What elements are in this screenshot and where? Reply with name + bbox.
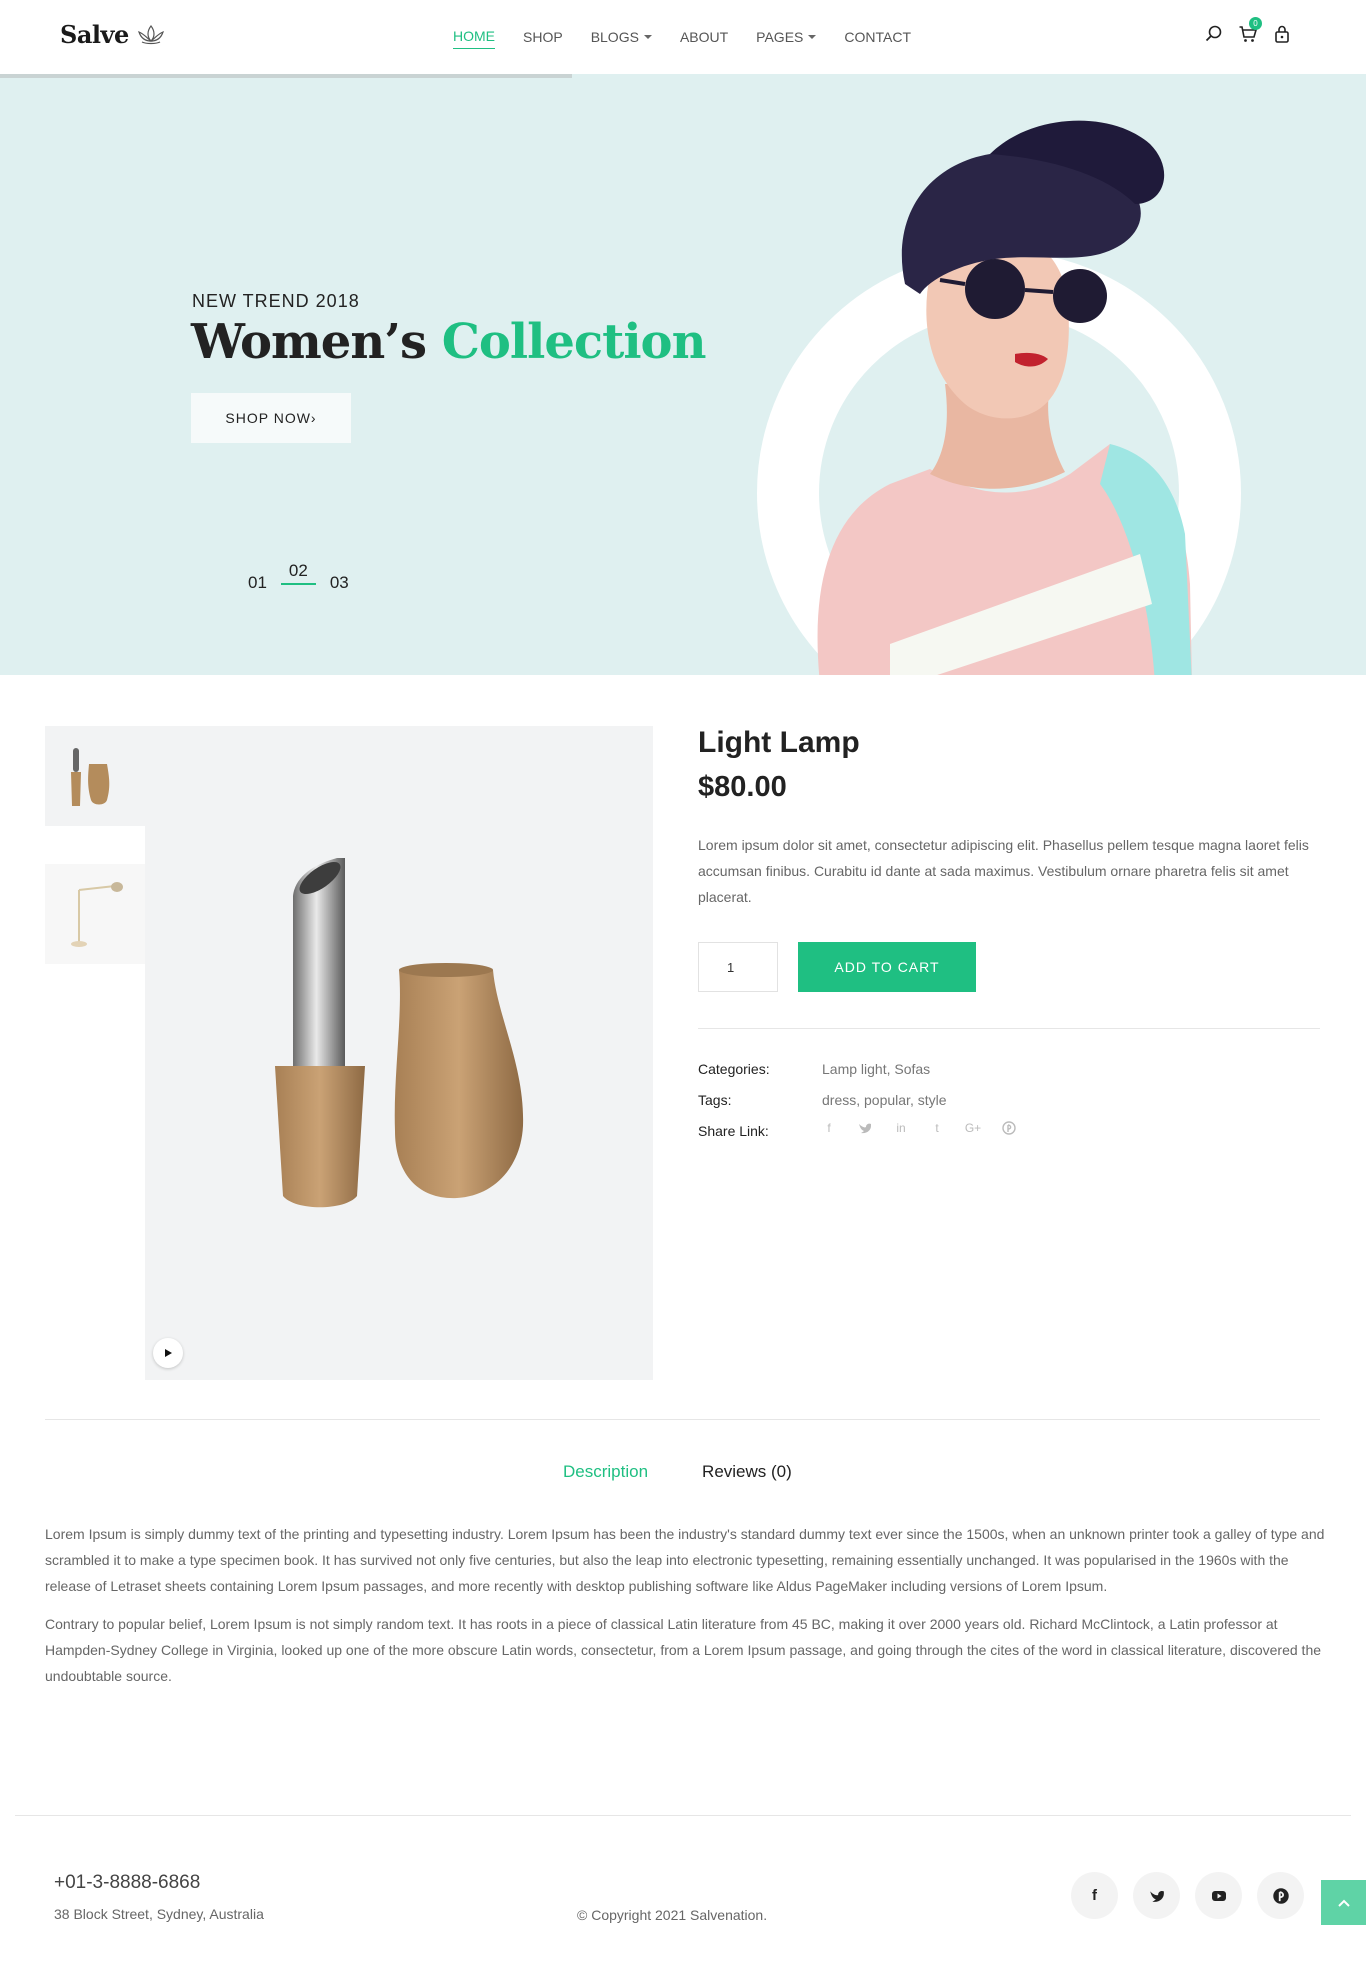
search-icon[interactable]	[1204, 24, 1224, 44]
main-nav: HOME SHOP BLOGS ABOUT PAGES CONTACT	[453, 28, 939, 49]
hero-title: Women’s Collection	[191, 314, 707, 370]
nav-pages-label: PAGES	[756, 28, 804, 45]
twitter-icon[interactable]	[1133, 1872, 1180, 1919]
footer-social: f	[1071, 1872, 1304, 1919]
lotus-logo-icon	[137, 24, 164, 44]
nav-pages[interactable]: PAGES	[756, 28, 817, 49]
tags-label: Tags:	[698, 1092, 732, 1108]
nav-contact[interactable]: CONTACT	[844, 28, 911, 49]
nav-home[interactable]: HOME	[453, 28, 495, 49]
header-actions: 0	[1204, 17, 1292, 44]
footer-copyright: © Copyright 2021 Salvenation.	[577, 1907, 768, 1923]
youtube-icon[interactable]	[1195, 1872, 1242, 1919]
footer-divider	[15, 1815, 1351, 1816]
hero-eyebrow: NEW TREND 2018	[192, 291, 360, 311]
nav-contact-label: CONTACT	[844, 28, 911, 45]
twitter-icon[interactable]	[858, 1121, 872, 1135]
nav-blogs-label: BLOGS	[590, 28, 639, 45]
chevron-up-icon	[1337, 1899, 1350, 1907]
nav-shop[interactable]: SHOP	[523, 28, 563, 49]
lamp-thumbnail-icon	[71, 882, 123, 947]
nav-home-label: HOME	[453, 28, 495, 44]
shop-now-button[interactable]: SHOP NOW›	[191, 393, 351, 443]
twitter-glyph-icon	[1149, 1890, 1164, 1902]
google-plus-icon[interactable]: G+	[965, 1121, 981, 1135]
caret-down-icon	[643, 34, 652, 39]
nav-about-label: ABOUT	[679, 28, 729, 45]
hero-model-image	[817, 120, 1192, 675]
product-description: Lorem ipsum dolor sit amet, consectetur …	[698, 837, 1309, 905]
linkedin-icon[interactable]: in	[894, 1121, 908, 1135]
product-main-image	[145, 726, 653, 1380]
share-icons: f in t G+	[822, 1121, 1016, 1135]
categories-value[interactable]: Lamp light, Sofas	[822, 1061, 930, 1077]
description-paragraph-1: Lorem Ipsum is simply dummy text of the …	[45, 1526, 1325, 1594]
tab-description[interactable]: Description	[563, 1462, 648, 1482]
slide-dot-02[interactable]: 02	[280, 561, 316, 585]
slide-pagination: 01 02 03	[248, 561, 349, 593]
pinterest-icon[interactable]	[1257, 1872, 1304, 1919]
shop-now-label: SHOP NOW	[225, 410, 311, 426]
lock-icon[interactable]	[1272, 24, 1292, 44]
pinterest-glyph-icon	[1272, 1887, 1289, 1904]
slide-dot-01[interactable]: 01	[248, 573, 267, 593]
slide-dot-03[interactable]: 03	[330, 573, 349, 593]
tab-reviews[interactable]: Reviews (0)	[702, 1462, 792, 1482]
product-price: $80.00	[698, 771, 787, 803]
tags-value[interactable]: dress, popular, style	[822, 1092, 947, 1108]
section-divider	[45, 1419, 1320, 1420]
nav-blogs[interactable]: BLOGS	[591, 28, 652, 49]
product-thumbnail-2[interactable]	[45, 864, 145, 964]
caret-down-icon	[808, 34, 817, 39]
description-content: Lorem Ipsum is simply dummy text of the …	[45, 1521, 1325, 1701]
hero-title-main: Women’s	[191, 314, 427, 370]
back-to-top-button[interactable]	[1321, 1880, 1366, 1925]
cart-count-badge: 0	[1249, 17, 1262, 30]
cork-stopper-image	[275, 858, 524, 1208]
categories-label: Categories:	[698, 1061, 770, 1077]
slide-progress-bar	[0, 74, 572, 78]
hero-title-accent: Collection	[441, 314, 707, 370]
tumblr-icon[interactable]: t	[930, 1121, 944, 1135]
quantity-input[interactable]	[698, 942, 778, 992]
nav-shop-label: SHOP	[523, 28, 563, 45]
product-title: Light Lamp	[698, 726, 860, 759]
cart-button[interactable]: 0	[1238, 17, 1262, 44]
play-icon	[165, 1349, 172, 1357]
facebook-icon[interactable]: f	[822, 1121, 836, 1135]
hero-slider: NEW TREND 2018 Women’s Collection SHOP N…	[0, 74, 1366, 675]
description-paragraph-2: Contrary to popular belief, Lorem Ipsum …	[45, 1616, 1322, 1684]
site-header: Salve HOME SHOP BLOGS ABOUT PAGES CONTAC…	[0, 0, 1366, 74]
logo[interactable]: Salve	[60, 20, 167, 49]
product-tabs: Description Reviews (0)	[563, 1462, 792, 1482]
logo-text: Salve	[60, 20, 129, 49]
add-to-cart-button[interactable]: ADD TO CART	[798, 942, 976, 992]
nav-about[interactable]: ABOUT	[680, 28, 728, 49]
cork-stopper-thumbnail-icon	[71, 748, 110, 806]
product-thumbnail-1[interactable]	[45, 726, 145, 826]
footer-phone[interactable]: +01-3-8888-6868	[54, 1872, 200, 1894]
footer-address: 38 Block Street, Sydney, Australia	[54, 1906, 264, 1922]
divider	[698, 1028, 1320, 1029]
share-label: Share Link:	[698, 1123, 769, 1139]
facebook-icon[interactable]: f	[1071, 1872, 1118, 1919]
play-video-button[interactable]	[153, 1338, 183, 1368]
youtube-glyph-icon	[1211, 1890, 1226, 1901]
chevron-right-icon: ›	[310, 410, 317, 426]
pinterest-icon[interactable]	[1002, 1121, 1016, 1135]
product-gallery	[45, 726, 653, 1380]
